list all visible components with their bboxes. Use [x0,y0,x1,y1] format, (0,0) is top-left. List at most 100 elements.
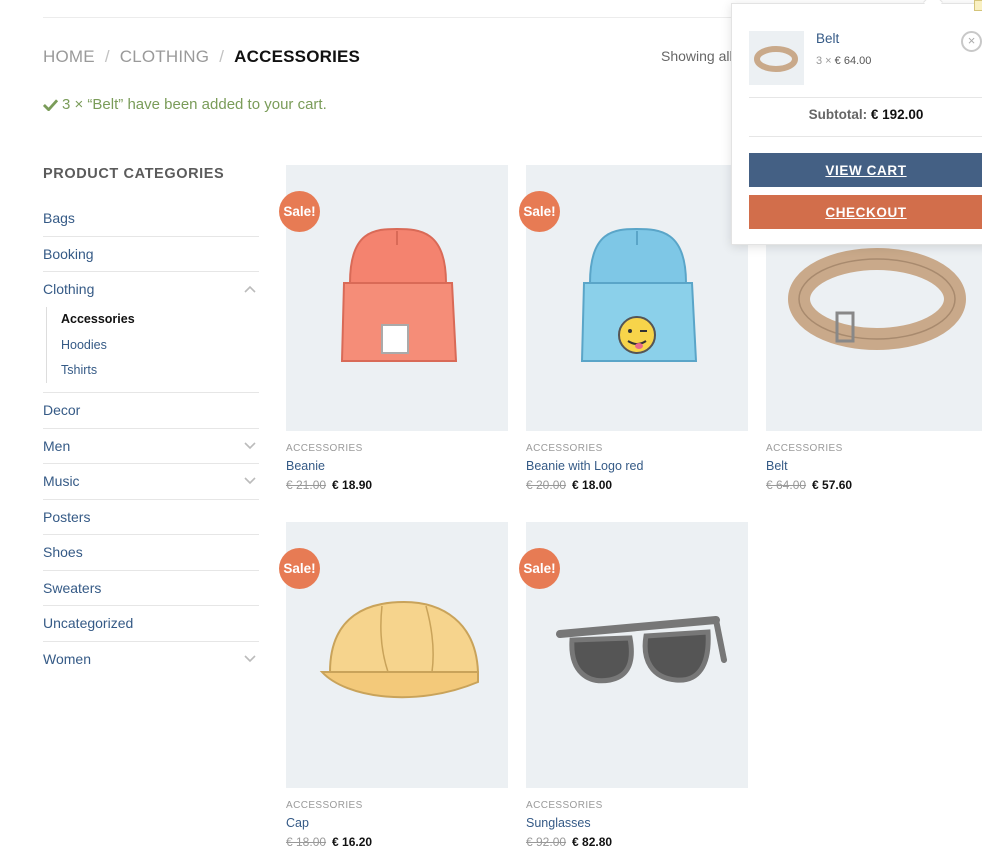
sale-badge: Sale! [519,191,560,232]
mini-cart-dropdown: Belt 3 × € 64.00 × Subtotal: € 192.00 VI… [731,0,982,245]
sale-price: € 16.20 [332,835,373,848]
breadcrumb-clothing-link[interactable]: CLOTHING [120,47,209,66]
checkmark-icon [43,99,58,111]
category-link-music[interactable]: Music [43,473,80,489]
sale-price: € 18.00 [572,478,613,492]
product-title-link[interactable]: Beanie with Logo red [526,459,748,473]
subcategory-link-accessories[interactable]: Accessories [61,312,135,326]
category-item-booking: Booking [43,235,259,272]
category-list: Bags Booking Clothing Accessories Hoodie… [43,201,259,676]
original-price: € 92.00 [526,835,567,848]
category-link-sweaters[interactable]: Sweaters [43,580,101,596]
category-link-uncategorized[interactable]: Uncategorized [43,615,133,631]
product-card: Sale! ACCESSORIES Beanie € 21.00 € 18.90 [279,165,508,492]
corner-tab [974,0,982,11]
product-category: ACCESSORIES [526,443,603,454]
breadcrumb: HOME / CLOTHING / ACCESSORIES [43,47,360,67]
checkout-button[interactable]: CHECKOUT [749,195,982,229]
product-image[interactable] [286,165,508,431]
subcategory-link-hoodies[interactable]: Hoodies [61,338,107,352]
sunglasses-image [556,616,727,684]
sale-price: € 57.60 [812,478,853,492]
category-link-women[interactable]: Women [43,651,91,667]
product-title-link[interactable]: Cap [286,816,508,830]
product-image[interactable] [526,522,748,788]
original-price: € 21.00 [286,478,327,492]
category-link-clothing[interactable]: Clothing [43,281,94,297]
cart-notice-text: 3 × “Belt” have been added to your cart. [62,96,327,113]
category-link-booking[interactable]: Booking [43,246,94,262]
product-image[interactable] [286,522,508,788]
product-categories-widget: PRODUCT CATEGORIES Bags Booking Clothing… [43,166,259,676]
product-image[interactable] [526,165,748,431]
chevron-down-icon[interactable] [243,441,257,451]
category-item-shoes: Shoes [43,534,259,570]
widget-title: PRODUCT CATEGORIES [43,166,225,182]
original-price: € 18.00 [286,835,327,848]
category-link-men[interactable]: Men [43,438,70,454]
category-item-decor: Decor [43,392,259,428]
beanie-image [340,227,458,362]
breadcrumb-separator: / [219,47,225,66]
sale-badge: Sale! [279,191,320,232]
category-link-shoes[interactable]: Shoes [43,544,83,560]
view-cart-button[interactable]: VIEW CART [749,153,982,187]
breadcrumb-home-link[interactable]: HOME [43,47,95,66]
product-title-link[interactable]: Beanie [286,459,508,473]
cart-notice: 3 × “Belt” have been added to your cart. [43,96,327,113]
cart-item-thumbnail[interactable] [749,31,804,85]
product-category: ACCESSORIES [766,443,843,454]
category-item-uncategorized: Uncategorized [43,605,259,641]
product-category: ACCESSORIES [526,800,603,811]
belt-thumbnail-image [754,46,798,72]
category-item-men: Men [43,427,259,464]
product-price: € 20.00 € 18.00 [526,478,748,492]
product-card: Sale! ACCESSORIES Cap € 18.00 € 16.20 [279,522,508,848]
product-title-link[interactable]: Belt [766,459,982,473]
dropdown-arrow [923,0,943,12]
cart-item-quantity: 3 × € 64.00 [816,55,871,67]
category-link-decor[interactable]: Decor [43,402,80,418]
category-link-bags[interactable]: Bags [43,210,75,226]
product-price: € 64.00 € 57.60 [766,478,982,492]
divider [749,97,982,98]
category-item-bags: Bags [43,201,259,236]
breadcrumb-separator: / [104,47,110,66]
sale-price: € 82.80 [572,835,613,848]
product-category: ACCESSORIES [286,800,363,811]
subcategory-link-tshirts[interactable]: Tshirts [61,363,97,377]
cart-subtotal: Subtotal: € 192.00 [749,107,982,122]
cart-item-name-link[interactable]: Belt [816,31,839,46]
chevron-down-icon[interactable] [243,476,257,486]
product-title-link[interactable]: Sunglasses [526,816,748,830]
subtotal-label: Subtotal: [808,107,868,122]
chevron-up-icon[interactable] [243,284,257,294]
product-card: Sale! ACCESSORIES Beanie with Logo red €… [519,165,748,492]
cap-image [319,600,480,699]
category-item-clothing: Clothing Accessories Hoodies Tshirts [43,271,259,383]
category-item-women: Women [43,640,259,677]
cart-item-qty: 3 × [816,55,832,67]
sale-badge: Sale! [279,548,320,589]
cart-item-price: € 64.00 [834,55,872,67]
product-price: € 92.00 € 82.80 [526,835,748,848]
category-link-posters[interactable]: Posters [43,509,90,525]
product-price: € 21.00 € 18.90 [286,478,508,492]
subtotal-amount: € 192.00 [870,107,924,122]
product-card: Sale! ACCESSORIES Sunglasses € 92.00 € 82… [519,522,748,848]
result-count: Showing all [661,48,733,64]
chevron-down-icon[interactable] [243,654,257,664]
category-item-posters: Posters [43,498,259,535]
sale-price: € 18.90 [332,478,373,492]
original-price: € 64.00 [766,478,807,492]
product-price: € 18.00 € 16.20 [286,835,508,848]
category-item-music: Music [43,463,259,499]
sale-badge: Sale! [519,548,560,589]
original-price: € 20.00 [526,478,567,492]
breadcrumb-current: ACCESSORIES [234,47,361,66]
remove-item-button[interactable]: × [961,31,982,52]
product-category: ACCESSORIES [286,443,363,454]
clothing-subcategories: Accessories Hoodies Tshirts [46,306,259,383]
beanie-with-logo-image [580,227,698,362]
category-item-sweaters: Sweaters [43,569,259,606]
